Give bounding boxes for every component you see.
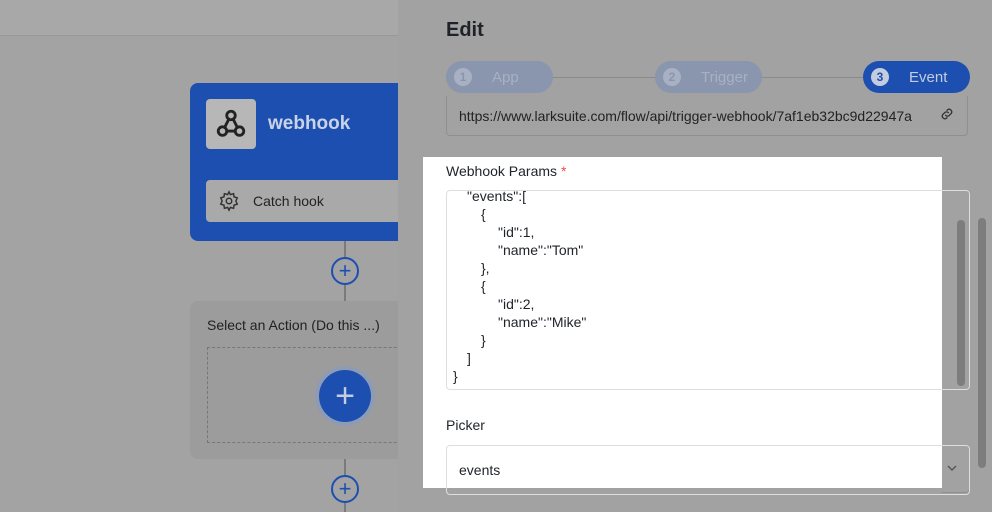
code-line: "events":[: [467, 190, 526, 204]
code-line: }: [481, 332, 486, 348]
gear-icon: [219, 190, 239, 212]
step-number: 2: [663, 68, 681, 86]
canvas-toolbar: [0, 0, 398, 36]
required-mark: *: [561, 163, 567, 179]
code-line: {: [481, 278, 486, 294]
drawer-title: Edit: [446, 19, 484, 41]
webhook-url-text: https://www.larksuite.com/flow/api/trigg…: [459, 107, 912, 124]
picker-value: events: [459, 462, 501, 478]
webhook-url-field[interactable]: https://www.larksuite.com/flow/api/trigg…: [446, 96, 968, 136]
code-line: }: [453, 368, 458, 384]
add-action-button[interactable]: +: [319, 370, 371, 422]
code-line: "id":2,: [498, 296, 535, 312]
drawer-scrollbar[interactable]: [978, 218, 986, 468]
code-line: },: [481, 260, 490, 276]
copy-link-icon[interactable]: [939, 106, 955, 122]
flow-canvas: webhook Catch hook + Select an Action (D…: [0, 0, 398, 512]
step-label: Trigger: [701, 68, 748, 86]
catch-hook-event[interactable]: Catch hook: [206, 180, 398, 222]
code-line: "id":1,: [498, 224, 535, 240]
step-label: Event: [909, 68, 948, 86]
picker-select[interactable]: events: [446, 445, 970, 495]
webhook-params-panel: Webhook Params * "events":[ { "id":1, "na…: [423, 157, 970, 495]
step-label: App: [492, 68, 519, 86]
picker-label: Picker: [446, 417, 485, 433]
code-line: {: [481, 206, 486, 222]
action-node-title: Select an Action (Do this ...): [207, 317, 380, 333]
step-event[interactable]: 3 Event: [863, 61, 970, 93]
trigger-node-title: webhook: [268, 113, 351, 134]
add-step-button[interactable]: +: [331, 257, 359, 285]
webhook-logo-icon: [206, 99, 256, 149]
code-line: "name":"Tom": [498, 242, 584, 258]
trigger-node-card[interactable]: webhook Catch hook: [190, 83, 398, 241]
webhook-params-editor[interactable]: "events":[ { "id":1, "name":"Tom" }, { "…: [446, 190, 970, 390]
code-line: ]: [467, 350, 471, 366]
step-trigger[interactable]: 2 Trigger: [655, 61, 762, 93]
step-number: 1: [454, 68, 472, 86]
action-node-card[interactable]: Select an Action (Do this ...) +: [190, 301, 398, 459]
add-step-button[interactable]: +: [331, 475, 359, 503]
step-number: 3: [871, 68, 889, 86]
webhook-params-label-text: Webhook Params: [446, 163, 558, 179]
step-app[interactable]: 1 App: [446, 61, 553, 93]
webhook-params-label: Webhook Params *: [446, 163, 566, 179]
catch-hook-label: Catch hook: [253, 193, 324, 209]
code-line: "name":"Mike": [498, 314, 587, 330]
